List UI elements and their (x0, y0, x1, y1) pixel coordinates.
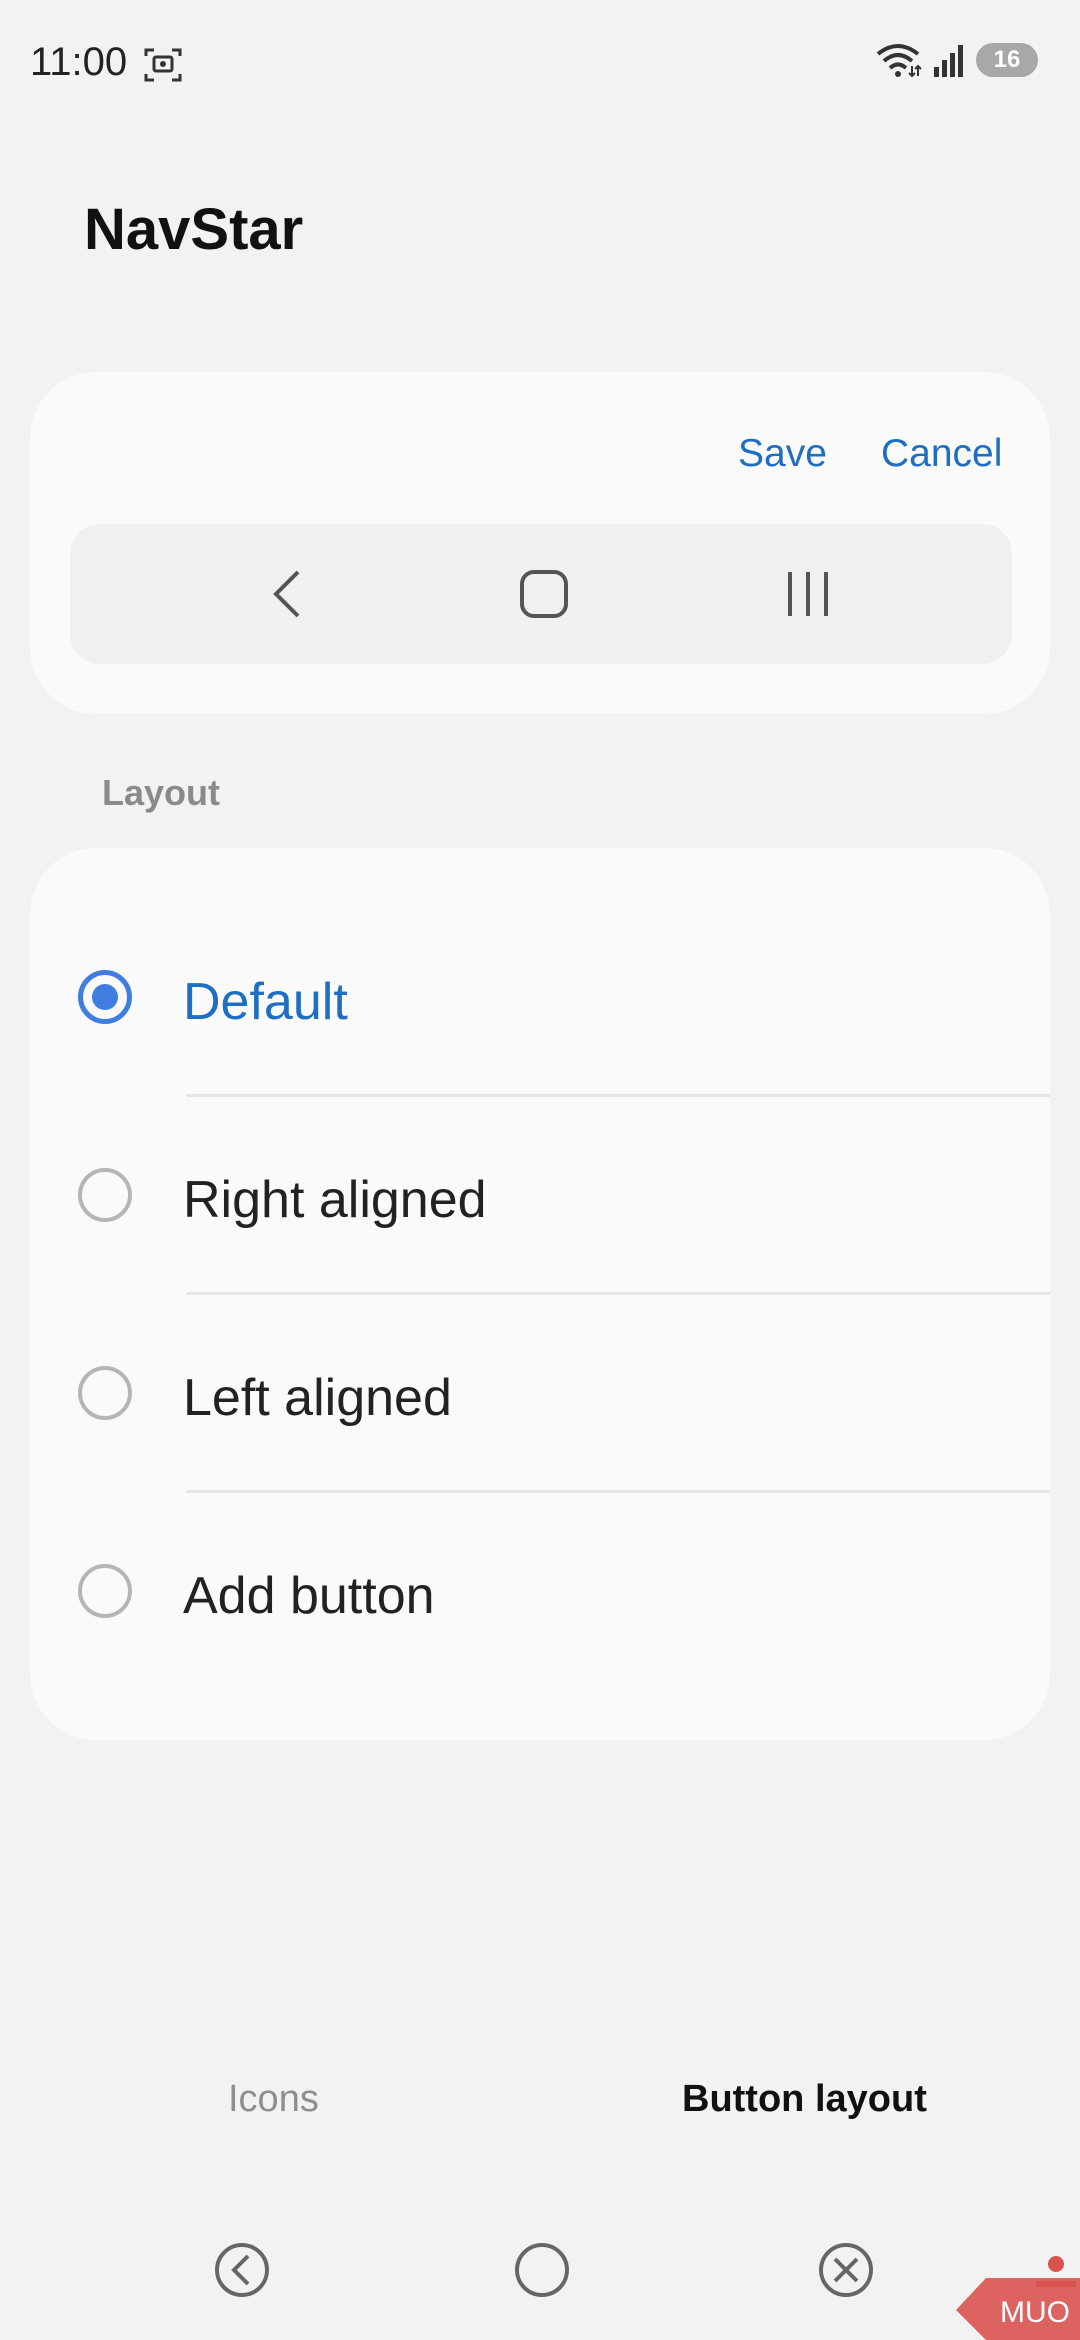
option-label: Add button (183, 1567, 435, 1625)
radio-button[interactable] (78, 1366, 132, 1420)
back-icon[interactable] (212, 2240, 272, 2300)
page-title: NavStar (84, 197, 304, 262)
back-chevron-icon (273, 570, 300, 618)
nav-bar-preview (70, 524, 1012, 664)
home-icon[interactable] (512, 2240, 572, 2300)
status-bar: 11:00 16 (0, 0, 1080, 130)
divider (186, 1292, 1050, 1295)
cancel-button[interactable]: Cancel (881, 432, 1002, 476)
option-default[interactable]: Default (30, 924, 1050, 1074)
system-nav-bar (0, 2220, 1080, 2340)
battery-indicator: 16 (976, 43, 1038, 77)
screenshot-icon (144, 48, 182, 82)
option-label: Default (183, 973, 348, 1031)
radio-button[interactable] (78, 1168, 132, 1222)
svg-text:MUO: MUO (1000, 2296, 1070, 2329)
tab-icons[interactable]: Icons (228, 2078, 319, 2121)
status-icons: 16 (874, 42, 1038, 78)
option-right-aligned[interactable]: Right aligned (30, 1122, 1050, 1272)
tab-button-layout[interactable]: Button layout (682, 2078, 927, 2121)
signal-icon (934, 45, 963, 77)
recents-bars-icon (788, 572, 828, 616)
option-label: Left aligned (183, 1369, 452, 1427)
section-label-layout: Layout (102, 772, 221, 813)
status-time: 11:00 (30, 40, 128, 84)
preview-card: Save Cancel (30, 372, 1050, 714)
radio-button[interactable] (78, 1564, 132, 1618)
save-button[interactable]: Save (738, 432, 827, 476)
option-left-aligned[interactable]: Left aligned (30, 1320, 1050, 1470)
divider (186, 1094, 1050, 1097)
option-add-button[interactable]: Add button (30, 1518, 1050, 1668)
layout-options-card: Default Right aligned Left aligned Add b… (30, 848, 1050, 1740)
home-square-icon (520, 570, 568, 618)
muo-logo: MUO (956, 2256, 1080, 2340)
option-label: Right aligned (183, 1171, 487, 1229)
wifi-icon (876, 44, 922, 78)
divider (186, 1490, 1050, 1493)
close-icon[interactable] (816, 2240, 876, 2300)
radio-button-checked[interactable] (78, 970, 132, 1024)
